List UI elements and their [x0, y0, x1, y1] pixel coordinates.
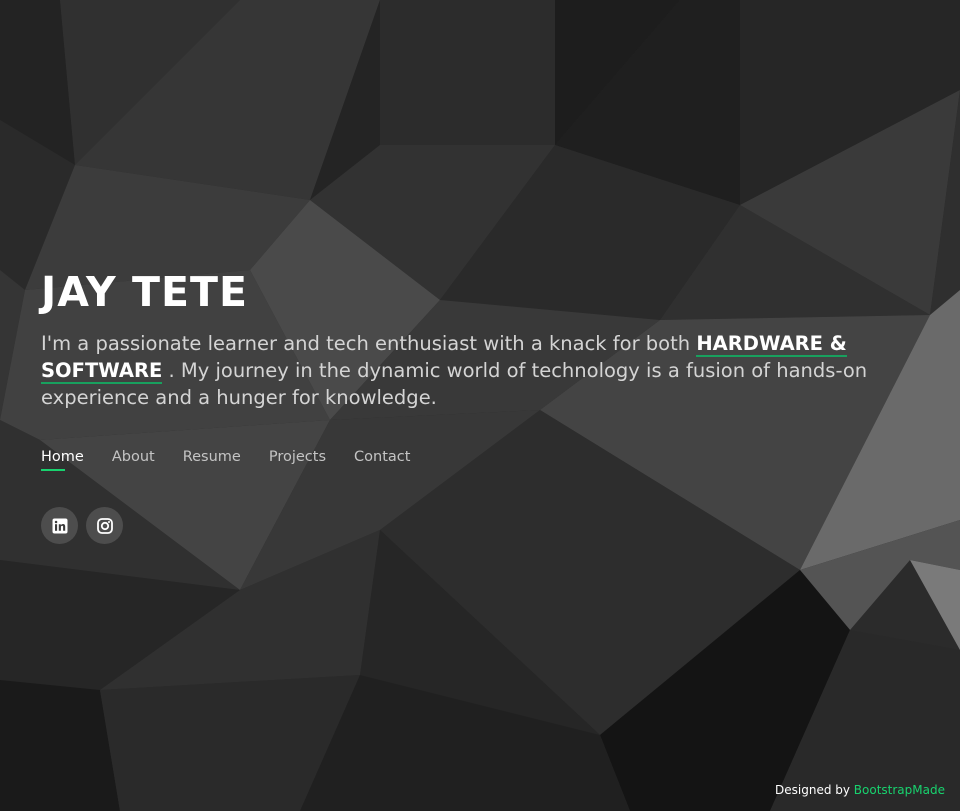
linkedin-button[interactable]: [41, 507, 78, 544]
nav-contact[interactable]: Contact: [354, 449, 410, 471]
credit-prefix: Designed by: [775, 783, 854, 797]
tagline-text-end: . My journey in the dynamic world of tec…: [41, 359, 868, 409]
footer-credit: Designed by BootstrapMade: [775, 783, 945, 797]
social-links: [41, 507, 931, 544]
linkedin-icon: [52, 518, 67, 533]
nav-projects[interactable]: Projects: [269, 449, 326, 471]
hero-tagline: I'm a passionate learner and tech enthus…: [41, 330, 931, 411]
bootstrapmade-link[interactable]: BootstrapMade: [854, 783, 945, 797]
nav-home[interactable]: Home: [41, 449, 84, 471]
instagram-icon: [96, 517, 113, 534]
instagram-button[interactable]: [86, 507, 123, 544]
hero: JAY TETE I'm a passionate learner and te…: [41, 263, 931, 544]
hero-name: JAY TETE: [41, 268, 248, 316]
main-nav: Home About Resume Projects Contact: [41, 449, 931, 471]
nav-about[interactable]: About: [112, 449, 155, 471]
page: JAY TETE I'm a passionate learner and te…: [0, 0, 960, 811]
tagline-text-start: I'm a passionate learner and tech enthus…: [41, 332, 697, 355]
nav-resume[interactable]: Resume: [183, 449, 241, 471]
